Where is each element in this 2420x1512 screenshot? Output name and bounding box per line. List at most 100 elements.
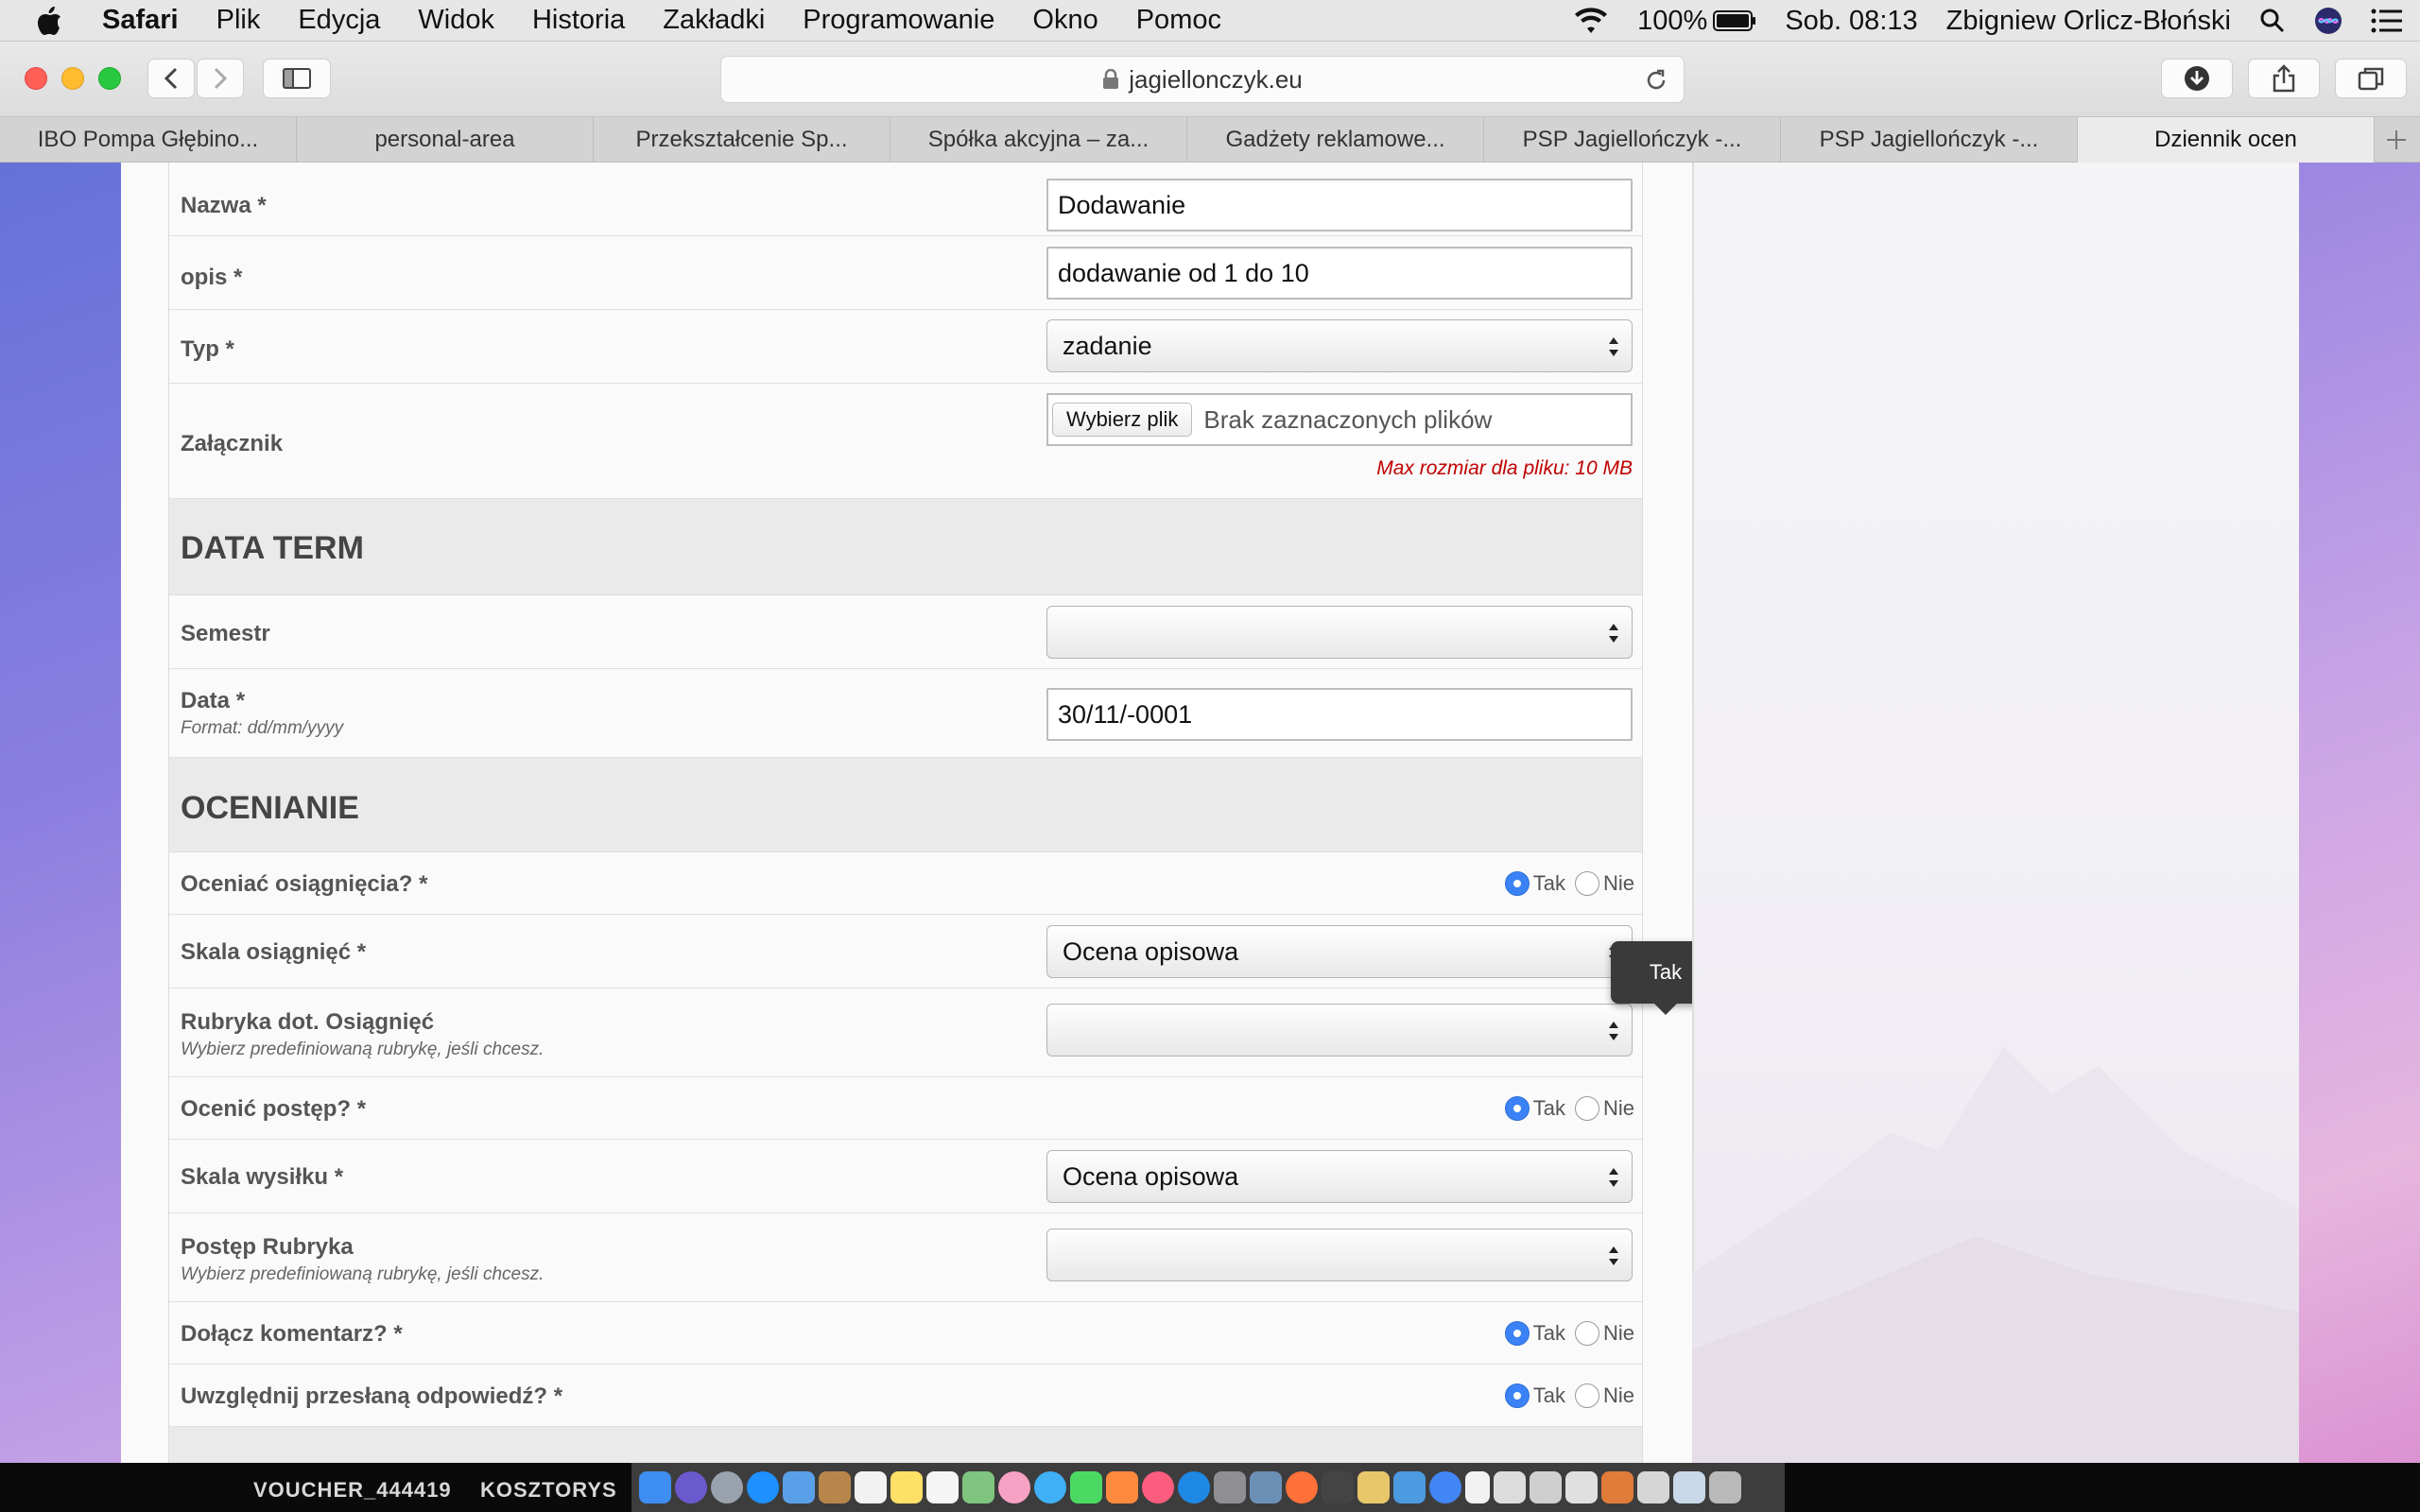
- uwzglednij-odpowiedz-tak-radio[interactable]: [1504, 1383, 1530, 1408]
- safari-dock-icon[interactable]: [747, 1471, 779, 1503]
- menu-pomoc[interactable]: Pomoc: [1136, 5, 1221, 36]
- semestr-select[interactable]: [1046, 606, 1633, 659]
- choose-file-button[interactable]: Wybierz plik: [1052, 403, 1193, 437]
- tab-gadzety[interactable]: Gadżety reklamowe...: [1187, 117, 1484, 163]
- mail-icon[interactable]: [783, 1471, 815, 1503]
- uwzglednij-odpowiedz-nie-radio[interactable]: [1574, 1383, 1599, 1408]
- reminders-icon[interactable]: [926, 1471, 959, 1503]
- url-text: jagiellonczyk.eu: [1129, 64, 1303, 94]
- finder-icon[interactable]: [639, 1471, 671, 1503]
- photos-icon[interactable]: [998, 1471, 1030, 1503]
- contacts-icon[interactable]: [819, 1471, 851, 1503]
- menu-zakladki[interactable]: Zakładki: [663, 5, 765, 36]
- siri-icon[interactable]: [2314, 7, 2342, 35]
- web-page: Nazwa * Dodawanie opis * dodawanie od 1 …: [121, 163, 2299, 1463]
- downloads-button[interactable]: [2161, 59, 2233, 98]
- numbers-icon[interactable]: [1393, 1471, 1426, 1503]
- share-button[interactable]: [2248, 59, 2320, 98]
- ocenic-postep-nie-radio[interactable]: [1574, 1096, 1599, 1121]
- document-icon[interactable]: [1530, 1471, 1562, 1503]
- document-icon[interactable]: [1637, 1471, 1669, 1503]
- oceniac-osiagniecia-tak-radio[interactable]: [1504, 871, 1530, 896]
- tab-psp-1[interactable]: PSP Jagiellończyk -...: [1484, 117, 1781, 163]
- siri-dock-icon[interactable]: [675, 1471, 707, 1503]
- postep-rubryka-select[interactable]: [1046, 1228, 1633, 1281]
- skala-wysilku-select[interactable]: Ocena opisowa: [1046, 1150, 1633, 1203]
- tab-bar: IBO Pompa Głębino... personal-area Przek…: [0, 117, 2420, 163]
- menu-edycja[interactable]: Edycja: [298, 5, 380, 36]
- battery-status[interactable]: 100%: [1637, 6, 1756, 37]
- launchpad-icon[interactable]: [711, 1471, 743, 1503]
- menu-programowanie[interactable]: Programowanie: [803, 5, 994, 36]
- firefox-icon[interactable]: [1286, 1471, 1318, 1503]
- app-icon[interactable]: [1357, 1471, 1390, 1503]
- skala-wysilku-select-value: Ocena opisowa: [1063, 1161, 1239, 1191]
- ocenic-postep-tak-radio[interactable]: [1504, 1096, 1530, 1121]
- menu-okno[interactable]: Okno: [1032, 5, 1098, 36]
- desktop-file-label[interactable]: VOUCHER_444419: [253, 1478, 452, 1503]
- menu-app-safari[interactable]: Safari: [102, 5, 179, 36]
- opis-input[interactable]: dodawanie od 1 do 10: [1046, 247, 1633, 300]
- address-bar[interactable]: jagiellonczyk.eu: [720, 56, 1685, 103]
- music-icon[interactable]: [1142, 1471, 1174, 1503]
- user-name[interactable]: Zbigniew Orlicz-Błoński: [1946, 6, 2231, 37]
- dolacz-komentarz-nie-radio[interactable]: [1574, 1321, 1599, 1346]
- tab-psp-2[interactable]: PSP Jagiellończyk -...: [1781, 117, 2078, 163]
- section-data-term: DATA TERM: [169, 499, 1642, 595]
- trash-icon[interactable]: [1709, 1471, 1741, 1503]
- document-icon[interactable]: [1601, 1471, 1634, 1503]
- chevron-right-icon: [214, 67, 228, 90]
- books-icon[interactable]: [1106, 1471, 1138, 1503]
- wifi-icon[interactable]: [1573, 7, 1609, 35]
- clock[interactable]: Sob. 08:13: [1785, 6, 1917, 37]
- app-icon[interactable]: [1250, 1471, 1282, 1503]
- document-icon[interactable]: [1565, 1471, 1598, 1503]
- fullscreen-window-button[interactable]: [98, 67, 121, 90]
- sidebar-button[interactable]: [263, 59, 331, 98]
- apple-menu-icon[interactable]: [36, 6, 74, 36]
- dolacz-komentarz-tak-radio[interactable]: [1504, 1321, 1530, 1346]
- system-preferences-icon[interactable]: [1214, 1471, 1246, 1503]
- tabs-overview-button[interactable]: [2335, 59, 2407, 98]
- minimize-window-button[interactable]: [61, 67, 84, 90]
- data-input[interactable]: 30/11/-0001: [1046, 688, 1633, 741]
- calendar-icon[interactable]: [855, 1471, 887, 1503]
- chrome-icon[interactable]: [1429, 1471, 1461, 1503]
- radio-label-nie: Nie: [1602, 871, 1634, 895]
- tab-spolka-akcyjna[interactable]: Spółka akcyjna – za...: [890, 117, 1187, 163]
- menu-plik[interactable]: Plik: [216, 5, 261, 36]
- reload-icon[interactable]: [1644, 68, 1668, 93]
- rubryka-osiagniec-select[interactable]: [1046, 1004, 1633, 1057]
- typ-select[interactable]: zadanie: [1046, 319, 1633, 372]
- notes-icon[interactable]: [890, 1471, 923, 1503]
- spotlight-search-icon[interactable]: [2259, 8, 2286, 34]
- select-arrows-icon: [1607, 1164, 1620, 1197]
- tab-przeksztalcenie[interactable]: Przekształcenie Sp...: [594, 117, 890, 163]
- tab-personal-area[interactable]: personal-area: [297, 117, 594, 163]
- desktop-file-label[interactable]: KOSZTORYS: [480, 1478, 617, 1503]
- menu-historia[interactable]: Historia: [532, 5, 625, 36]
- facetime-icon[interactable]: [1070, 1471, 1102, 1503]
- document-icon[interactable]: [1494, 1471, 1526, 1503]
- close-window-button[interactable]: [25, 67, 47, 90]
- menu-widok[interactable]: Widok: [418, 5, 494, 36]
- document-icon[interactable]: [1465, 1471, 1490, 1503]
- app-icon[interactable]: [1322, 1471, 1354, 1503]
- forward-button[interactable]: [197, 59, 244, 98]
- maps-icon[interactable]: [962, 1471, 994, 1503]
- messages-icon[interactable]: [1034, 1471, 1066, 1503]
- rubryka-osiagniec-hint: Wybierz predefiniowaną rubrykę, jeśli ch…: [181, 1040, 544, 1059]
- data-label: Data *: [181, 688, 246, 713]
- nazwa-input[interactable]: Dodawanie: [1046, 179, 1633, 232]
- postep-rubryka-label: Postęp Rubryka: [181, 1234, 354, 1260]
- oceniac-osiagniecia-nie-radio[interactable]: [1574, 871, 1599, 896]
- app-store-icon[interactable]: [1178, 1471, 1210, 1503]
- skala-osiagniec-select[interactable]: Ocena opisowa: [1046, 925, 1633, 978]
- back-button[interactable]: [147, 59, 195, 98]
- new-tab-button[interactable]: [2375, 117, 2418, 163]
- document-icon[interactable]: [1673, 1471, 1705, 1503]
- tab-ibo-pompa[interactable]: IBO Pompa Głębino...: [0, 117, 297, 163]
- select-arrows-icon: [1607, 334, 1620, 367]
- notification-center-icon[interactable]: [2371, 9, 2403, 33]
- tab-dziennik-ocen[interactable]: Dziennik ocen: [2078, 117, 2375, 163]
